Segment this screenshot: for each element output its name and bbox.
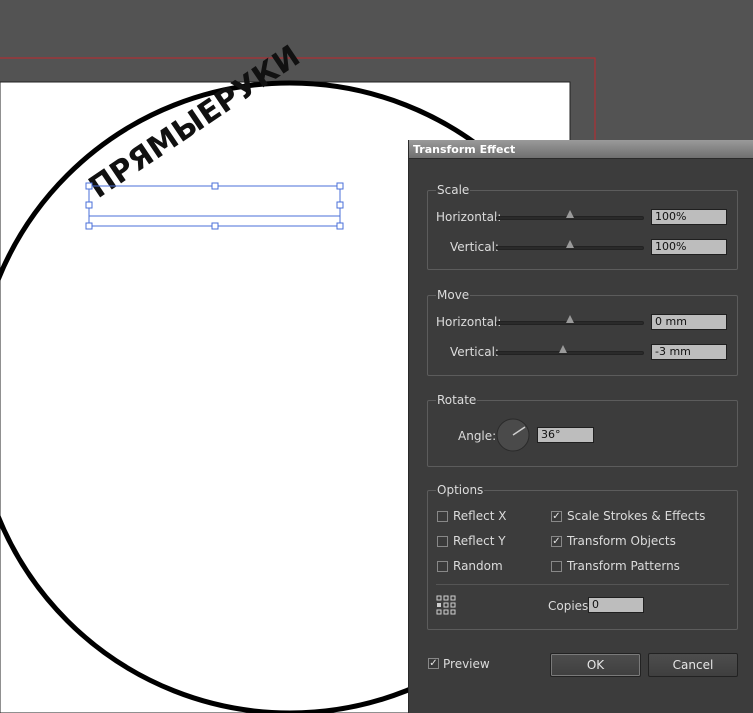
ok-button[interactable]: OK <box>550 653 641 677</box>
move-horizontal-slider-thumb[interactable] <box>566 315 574 323</box>
reflect-x-checkbox[interactable] <box>437 511 448 522</box>
transform-patterns-checkbox[interactable] <box>551 561 562 572</box>
dialog-title[interactable]: Transform Effect <box>409 140 753 159</box>
reference-point-icon[interactable] <box>436 595 456 615</box>
transform-patterns-label[interactable]: Transform Patterns <box>567 559 680 573</box>
random-checkbox[interactable] <box>437 561 448 572</box>
transform-effect-dialog: Transform Effect Scale Horizontal: 100% … <box>408 140 753 713</box>
move-horizontal-label: Horizontal: <box>436 315 502 329</box>
scale-horizontal-slider[interactable] <box>496 210 644 220</box>
preview-label[interactable]: Preview <box>443 657 490 671</box>
scale-vertical-slider[interactable] <box>496 240 644 250</box>
move-horizontal-slider[interactable] <box>496 315 644 325</box>
preview-checkbox[interactable]: ✓ <box>428 658 439 669</box>
transform-objects-checkbox[interactable]: ✓ <box>551 536 562 547</box>
scale-vertical-field[interactable]: 100% <box>651 239 727 255</box>
move-vertical-field[interactable]: -3 mm <box>651 344 727 360</box>
angle-dial-icon[interactable] <box>496 418 530 452</box>
scale-group: Scale Horizontal: 100% Vertical: 100% <box>427 182 738 270</box>
transform-objects-label[interactable]: Transform Objects <box>567 534 676 548</box>
reflect-y-checkbox[interactable] <box>437 536 448 547</box>
move-horizontal-field[interactable]: 0 mm <box>651 314 727 330</box>
rotate-group: Rotate Angle: 36° <box>427 392 738 467</box>
scale-strokes-label[interactable]: Scale Strokes & Effects <box>567 509 705 523</box>
options-group: Options Reflect X Reflect Y Random ✓ Sca… <box>427 482 738 630</box>
rotate-group-label: Rotate <box>436 392 478 408</box>
move-vertical-slider-thumb[interactable] <box>559 345 567 353</box>
rotate-angle-label: Angle: <box>458 429 497 443</box>
cancel-button[interactable]: Cancel <box>648 653 738 677</box>
reflect-y-label[interactable]: Reflect Y <box>453 534 506 548</box>
move-vertical-label: Vertical: <box>450 345 499 359</box>
move-vertical-slider[interactable] <box>496 345 644 355</box>
reflect-x-label[interactable]: Reflect X <box>453 509 506 523</box>
scale-horizontal-field[interactable]: 100% <box>651 209 727 225</box>
options-group-label: Options <box>436 482 485 498</box>
scale-vertical-slider-thumb[interactable] <box>566 240 574 248</box>
scale-horizontal-label: Horizontal: <box>436 210 502 224</box>
scale-horizontal-slider-thumb[interactable] <box>566 210 574 218</box>
scale-group-label: Scale <box>436 182 471 198</box>
rotate-angle-field[interactable]: 36° <box>537 427 594 443</box>
move-group: Move Horizontal: 0 mm Vertical: -3 mm <box>427 287 738 376</box>
options-divider <box>436 584 729 585</box>
move-group-label: Move <box>436 287 471 303</box>
copies-field[interactable]: 0 <box>588 597 644 613</box>
random-label[interactable]: Random <box>453 559 503 573</box>
scale-vertical-label: Vertical: <box>450 240 499 254</box>
scale-strokes-checkbox[interactable]: ✓ <box>551 511 562 522</box>
copies-label: Copies <box>548 599 589 613</box>
